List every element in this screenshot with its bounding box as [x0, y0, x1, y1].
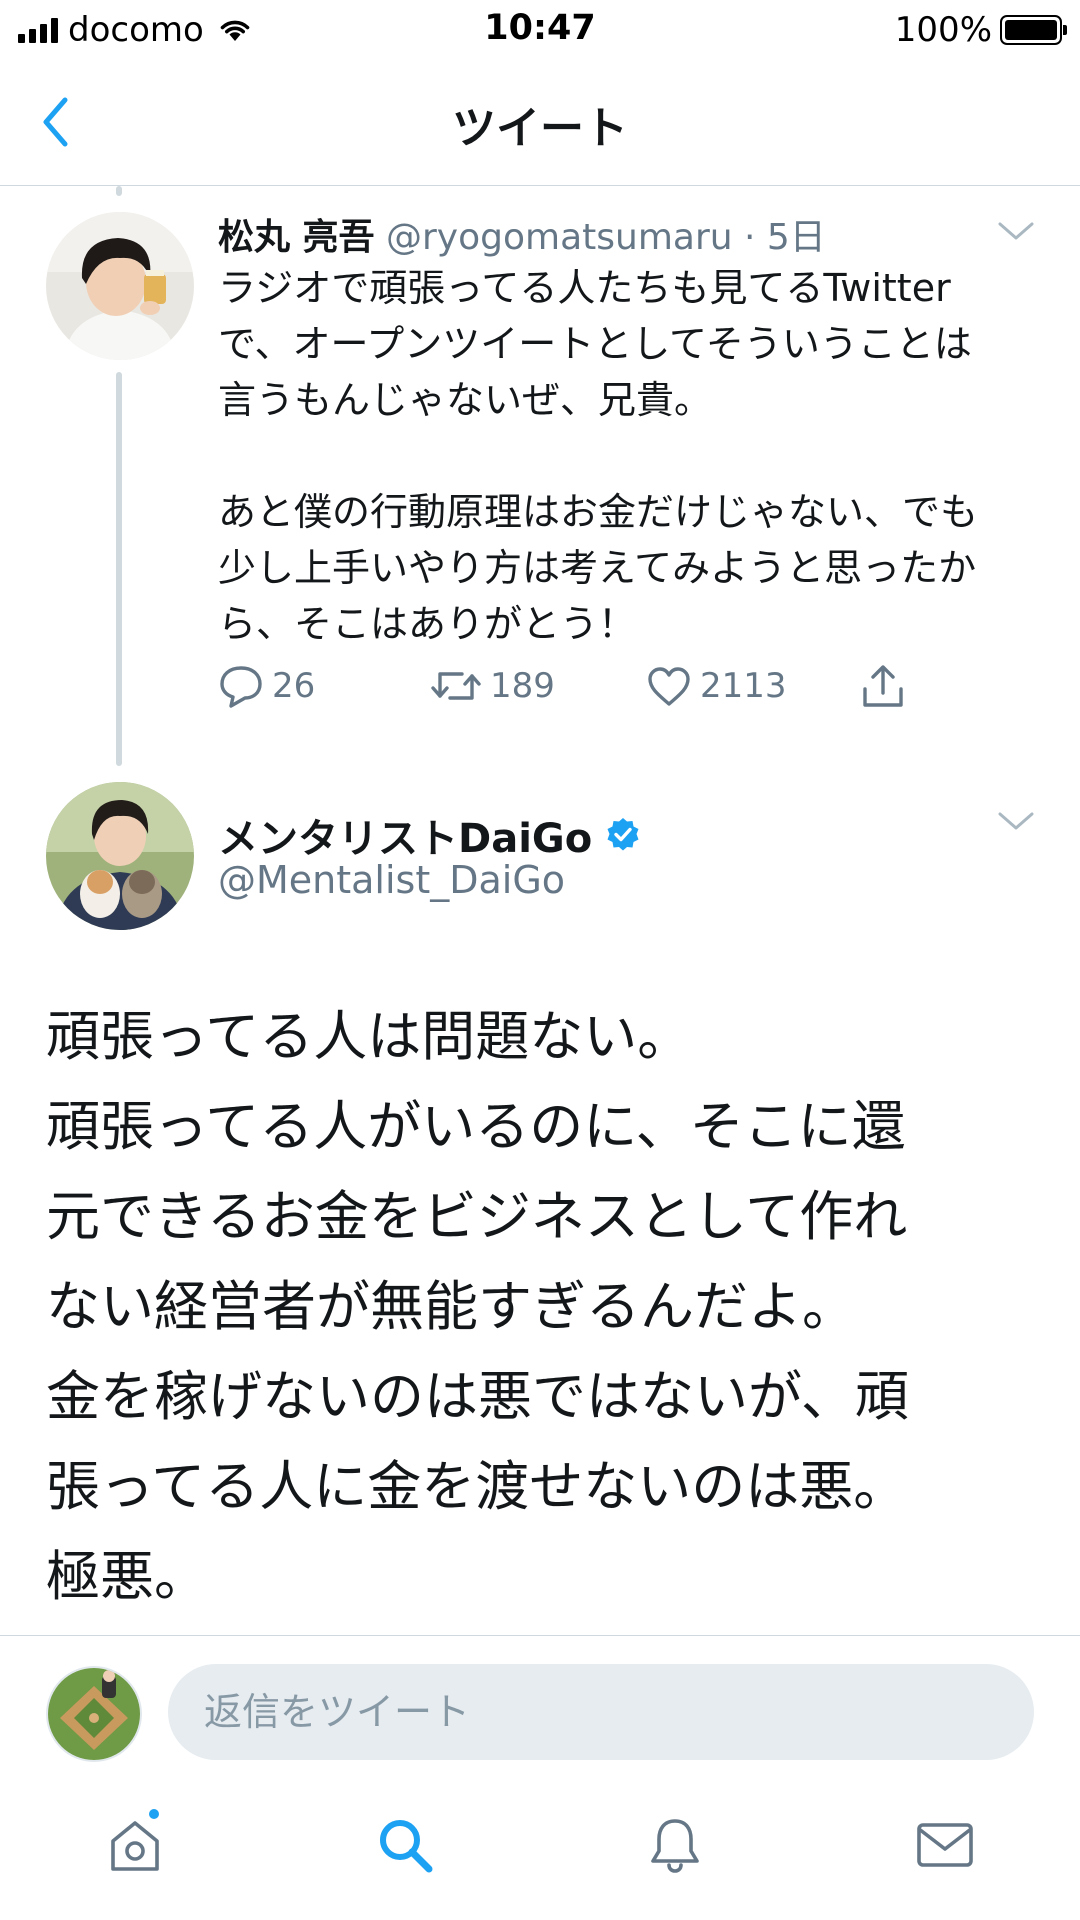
- tweet-text-line: 言うもんじゃないぜ、兄貴。: [218, 378, 713, 422]
- avatar[interactable]: [46, 782, 194, 930]
- tweet-text-line: あと僕の行動原理はお金だけじゃない、でも: [218, 490, 979, 534]
- tab-home[interactable]: [90, 1800, 180, 1890]
- tweet-menu-button[interactable]: [994, 806, 1038, 836]
- tweet-text: 頑張ってる人は問題ない。 頑張ってる人がいるのに、そこに還 元できるお金をビジネ…: [46, 992, 1046, 1622]
- author-handle: @Mentalist_DaiGo: [218, 858, 566, 902]
- main-tweet: メンタリストDaiGo @Mentalist_DaiGo 頑張ってる人は問題ない…: [0, 756, 1080, 1636]
- reply-count: 26: [272, 666, 316, 706]
- tweet-text-line: で、オープンツイートとしてそういうことは: [218, 322, 972, 366]
- author-handle-time: @ryogomatsumaru · 5日: [386, 217, 826, 258]
- home-icon: [111, 1821, 159, 1871]
- page-title: ツイート: [452, 103, 628, 154]
- retweet-count: 189: [490, 666, 555, 706]
- tweet-text-line: ない経営者が無能すぎるんだよ。: [46, 1275, 856, 1338]
- like-count: 2113: [700, 666, 787, 706]
- retweet-button[interactable]: 189: [430, 656, 555, 716]
- tweet-text-line: 極悪。: [46, 1545, 208, 1608]
- retweet-icon: [431, 672, 481, 700]
- author-name[interactable]: メンタリストDaiGo: [218, 806, 642, 864]
- bell-icon: [651, 1819, 699, 1873]
- status-bar: docomo 10:47 100%: [0, 0, 1080, 58]
- reply-input[interactable]: [168, 1664, 1034, 1760]
- author-name-text: メンタリストDaiGo: [218, 816, 593, 862]
- like-button[interactable]: 2113: [646, 656, 787, 716]
- tweet-menu-button[interactable]: [994, 216, 1038, 246]
- tweet-text-line: ら、そこはありがとう！: [218, 602, 637, 646]
- tweet-text-line: 頑張ってる人は問題ない。: [46, 1005, 692, 1068]
- battery-percent: 100%: [894, 10, 992, 50]
- new-content-dot: [146, 1806, 162, 1822]
- tweet-text-line: 元できるお金をビジネスとして作れ: [46, 1185, 908, 1248]
- tweet-text-line: ラジオで頑張ってる人たちも見てるTwitter: [218, 266, 951, 310]
- tweet-header: 松丸 亮吾 @ryogomatsumaru · 5日: [218, 208, 826, 260]
- reply-icon: [220, 666, 262, 708]
- chevron-down-icon: [998, 222, 1034, 240]
- parent-tweet[interactable]: 松丸 亮吾 @ryogomatsumaru · 5日 ラジオで頑張ってる人たちも…: [0, 186, 1080, 756]
- my-avatar[interactable]: [46, 1666, 142, 1762]
- tweet-text-line: 金を稼げないのは悪ではないが、頑: [46, 1365, 909, 1428]
- tab-bar: [0, 1778, 1080, 1920]
- reply-bar: [0, 1636, 1080, 1778]
- avatar[interactable]: [46, 212, 194, 360]
- tweet-text: ラジオで頑張ってる人たちも見てるTwitter で、オープンツイートとしてそうい…: [218, 260, 1038, 652]
- tweet-text-line: 少し上手いやり方は考えてみようと思ったか: [218, 546, 977, 590]
- nav-bar: ツイート: [0, 58, 1080, 186]
- status-right: 100%: [894, 8, 1067, 52]
- heart-icon: [648, 667, 690, 706]
- tweet-text-line: 頑張ってる人がいるのに、そこに還: [46, 1095, 906, 1158]
- tweet-text-line: 張ってる人に金を渡せないのは悪。: [46, 1455, 908, 1518]
- battery-icon: [1000, 15, 1067, 45]
- author-name[interactable]: 松丸 亮吾: [218, 217, 375, 258]
- tab-search[interactable]: [360, 1800, 450, 1890]
- tab-notifications[interactable]: [630, 1800, 720, 1890]
- share-icon: [863, 665, 903, 707]
- tab-messages[interactable]: [900, 1800, 990, 1890]
- share-button[interactable]: [860, 656, 906, 716]
- chevron-down-icon: [998, 812, 1034, 830]
- mail-icon: [917, 1823, 973, 1867]
- tweet-actions: 26 189 2113: [218, 656, 978, 716]
- verified-badge-icon: [607, 818, 639, 851]
- reply-button[interactable]: 26: [218, 656, 315, 716]
- search-icon: [380, 1820, 433, 1873]
